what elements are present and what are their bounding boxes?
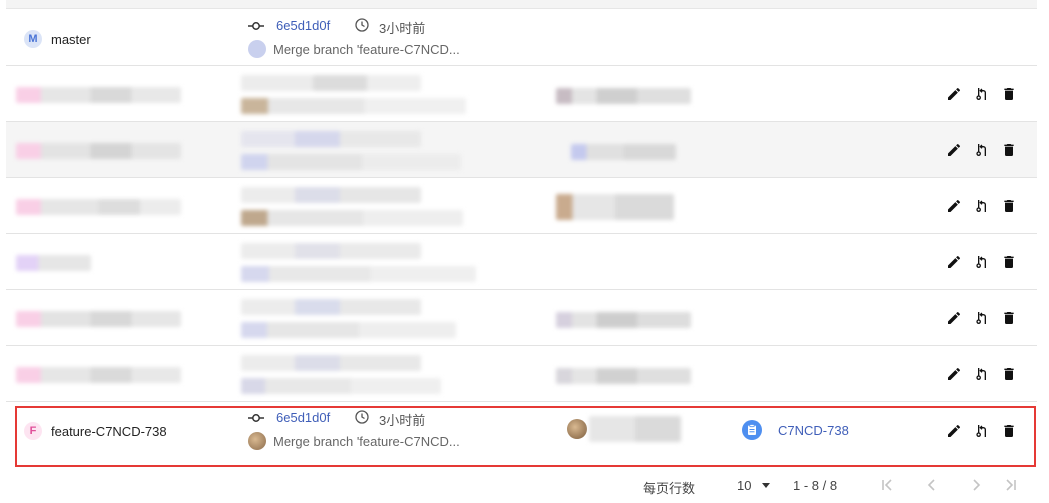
- rows-per-page-select[interactable]: 10: [737, 478, 751, 493]
- commit-time: 3小时前: [379, 21, 426, 36]
- table-row: [6, 178, 1037, 234]
- row-actions: [943, 402, 1023, 458]
- delete-icon[interactable]: [1001, 198, 1017, 214]
- delete-icon[interactable]: [1001, 423, 1017, 439]
- blurred-user: [571, 144, 676, 160]
- blurred-commit-message: [241, 322, 456, 338]
- edit-icon[interactable]: [946, 198, 962, 214]
- table-row: [6, 122, 1037, 178]
- branch-name[interactable]: feature-C7NCD-738: [51, 424, 167, 439]
- row-actions: [943, 234, 1023, 290]
- prev-page-icon[interactable]: [924, 477, 940, 493]
- edit-icon[interactable]: [946, 310, 962, 326]
- pagination: 每页行数 10 1 - 8 / 8: [0, 472, 1049, 500]
- merge-request-icon[interactable]: [974, 86, 990, 102]
- commit-message: Merge branch 'feature-C7NCD...: [273, 42, 460, 57]
- blurred-commit-line: [241, 355, 421, 371]
- edit-icon[interactable]: [946, 86, 962, 102]
- delete-icon[interactable]: [1001, 142, 1017, 158]
- issue-icon: [742, 420, 762, 440]
- branch-name[interactable]: master: [51, 32, 91, 47]
- page-range: 1 - 8 / 8: [793, 478, 838, 493]
- row-actions: [943, 122, 1023, 178]
- branch-avatar: F: [24, 422, 42, 440]
- delete-icon[interactable]: [1001, 86, 1017, 102]
- blurred-commit-line: [241, 131, 421, 147]
- blurred-branch: [16, 143, 181, 159]
- merge-request-icon[interactable]: [974, 142, 990, 158]
- blurred-commit-message: [241, 266, 476, 282]
- author-avatar: [248, 432, 266, 450]
- delete-icon[interactable]: [1001, 310, 1017, 326]
- commit-icon: [248, 414, 264, 422]
- blurred-commit-line: [241, 75, 421, 91]
- commit-hash-link[interactable]: 6e5d1d0f: [276, 18, 330, 33]
- commit-hash-link[interactable]: 6e5d1d0f: [276, 410, 330, 425]
- merge-request-icon[interactable]: [974, 254, 990, 270]
- commit-time: 3小时前: [379, 413, 426, 428]
- edit-icon[interactable]: [946, 423, 962, 439]
- merge-request-icon[interactable]: [974, 310, 990, 326]
- delete-icon[interactable]: [1001, 254, 1017, 270]
- blurred-user: [589, 416, 681, 442]
- blurred-branch: [16, 311, 181, 327]
- dropdown-caret-icon[interactable]: [762, 483, 770, 488]
- blurred-commit-message: [241, 154, 461, 170]
- blurred-commit-line: [241, 243, 421, 259]
- blurred-branch: [16, 367, 181, 383]
- commit-message: Merge branch 'feature-C7NCD...: [273, 434, 460, 449]
- table-row: [6, 346, 1037, 402]
- author-avatar: [248, 40, 266, 58]
- row-actions: [943, 346, 1023, 402]
- row-actions: [943, 66, 1023, 122]
- branch-avatar: M: [24, 30, 42, 48]
- table-row: [6, 290, 1037, 346]
- first-page-icon[interactable]: [879, 477, 895, 493]
- blurred-user: [556, 88, 691, 104]
- clock-icon: [355, 410, 369, 424]
- merge-request-icon[interactable]: [974, 366, 990, 382]
- blurred-branch: [16, 255, 91, 271]
- row-actions: [943, 178, 1023, 234]
- last-page-icon[interactable]: [1003, 477, 1019, 493]
- delete-icon[interactable]: [1001, 366, 1017, 382]
- blurred-commit-message: [241, 98, 466, 114]
- blurred-branch: [16, 199, 181, 215]
- commit-icon: [248, 22, 264, 30]
- rows-per-page-label: 每页行数: [643, 481, 696, 496]
- merge-request-icon[interactable]: [974, 423, 990, 439]
- creator-avatar: [567, 419, 587, 439]
- blurred-user: [556, 194, 674, 220]
- table-row: M master 6e5d1d0f 3小时前 Merge branch 'fea…: [6, 9, 1037, 66]
- clock-icon: [355, 18, 369, 32]
- table-row: [6, 66, 1037, 122]
- table-header-strip: [6, 0, 1037, 9]
- row-actions: [943, 290, 1023, 346]
- blurred-commit-message: [241, 210, 463, 226]
- blurred-commit-line: [241, 299, 421, 315]
- next-page-icon[interactable]: [968, 477, 984, 493]
- edit-icon[interactable]: [946, 142, 962, 158]
- table-row: F feature-C7NCD-738 6e5d1d0f 3小时前 Merge …: [6, 402, 1037, 460]
- table-row: [6, 234, 1037, 290]
- blurred-commit-line: [241, 187, 421, 203]
- blurred-user: [556, 312, 691, 328]
- issue-link[interactable]: C7NCD-738: [778, 423, 849, 438]
- blurred-commit-message: [241, 378, 441, 394]
- blurred-user: [556, 368, 691, 384]
- edit-icon[interactable]: [946, 366, 962, 382]
- edit-icon[interactable]: [946, 254, 962, 270]
- blurred-branch: [16, 87, 181, 103]
- merge-request-icon[interactable]: [974, 198, 990, 214]
- branch-table: M master 6e5d1d0f 3小时前 Merge branch 'fea…: [6, 9, 1037, 460]
